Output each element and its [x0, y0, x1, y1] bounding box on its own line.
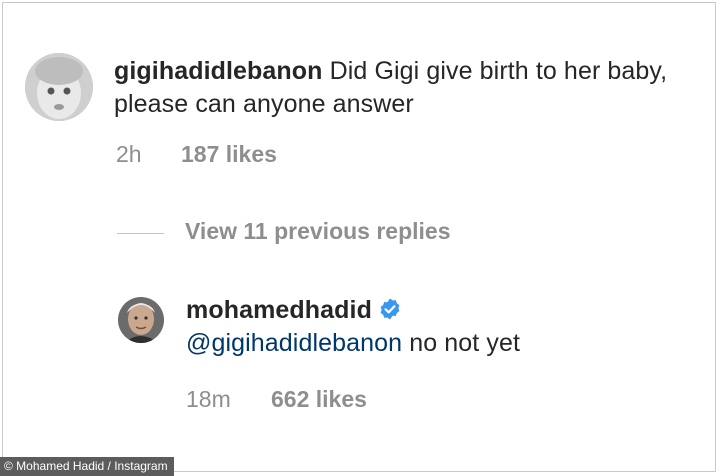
comment-timestamp: 2h	[116, 141, 142, 167]
comment-body: gigihadidlebanon Did Gigi give birth to …	[114, 55, 674, 121]
reply-body: mohamedhadid @gigihadidlebanon no not yet	[186, 294, 686, 360]
replies-divider	[117, 233, 164, 234]
gigihadidlebanon-avatar[interactable]	[25, 53, 93, 121]
view-previous-replies-button[interactable]: View 11 previous replies	[185, 218, 451, 245]
mohamedhadid-avatar[interactable]	[118, 297, 164, 343]
comment-username[interactable]: gigihadidlebanon	[114, 57, 323, 85]
reply-text: no not yet	[402, 329, 521, 357]
man-photo-avatar-icon	[118, 297, 164, 343]
verified-badge-icon	[378, 297, 402, 321]
reply-likes-count[interactable]: 662 likes	[271, 386, 367, 413]
baby-photo-avatar-icon	[25, 53, 93, 121]
reply-timestamp: 18m	[186, 386, 231, 412]
reply-username[interactable]: mohamedhadid	[186, 296, 372, 324]
comment-likes-count[interactable]: 187 likes	[181, 141, 277, 168]
photo-credit: © Mohamed Hadid / Instagram	[0, 457, 174, 476]
reply-mention-link[interactable]: @gigihadidlebanon	[186, 329, 402, 357]
